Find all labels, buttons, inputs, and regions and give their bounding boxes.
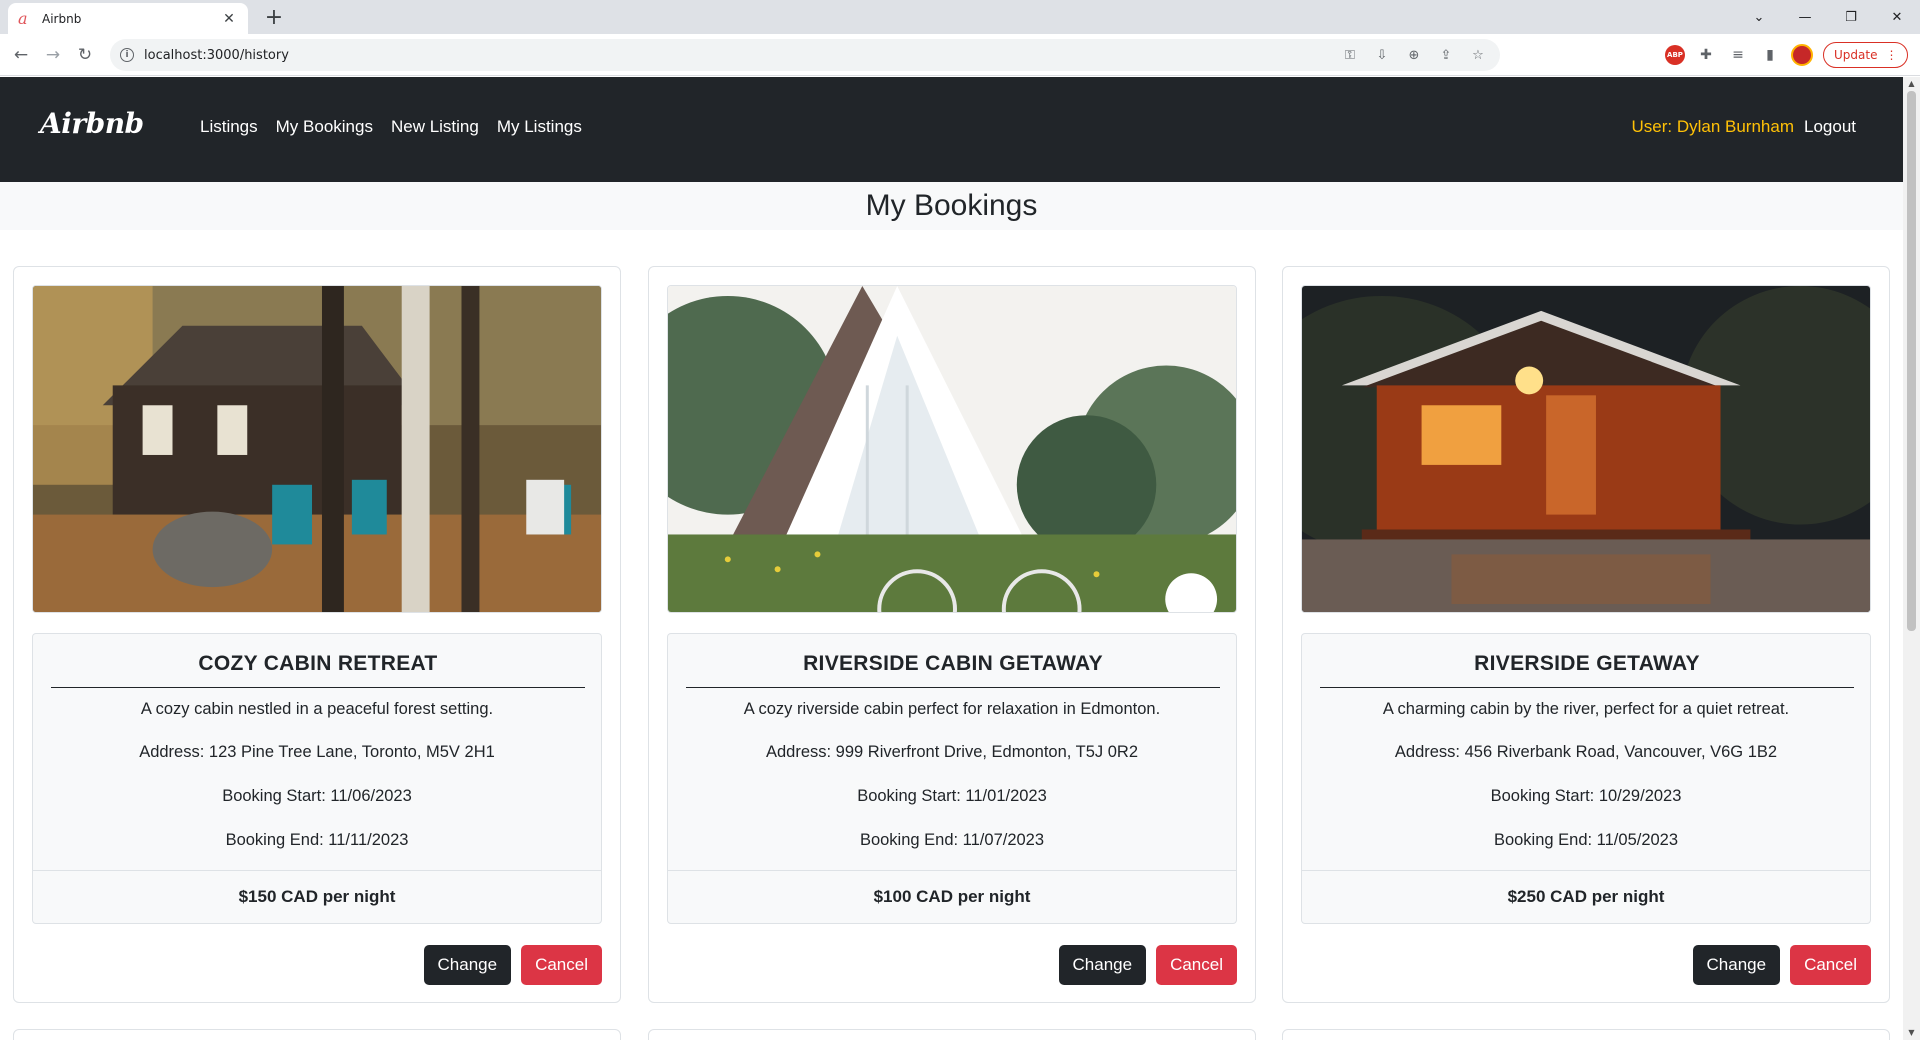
listing-title: RIVERSIDE GETAWAY [1320,652,1854,688]
extensions-area: ABP ✚ ≡ ▮ Update ⋮ [1665,40,1909,70]
install-icon[interactable]: ⇩ [1372,48,1392,63]
page-title: My Bookings [865,189,1038,222]
change-booking-button[interactable]: Change [1692,945,1781,985]
kebab-menu-icon: ⋮ [1885,48,1898,62]
tab-title: Airbnb [42,11,82,26]
booking-card-partial [648,1029,1256,1040]
current-user-label: User: Dylan Burnham [1631,117,1794,136]
back-icon[interactable]: ← [6,40,36,70]
nav-link-new-listing[interactable]: New Listing [391,117,479,137]
tab-close-icon[interactable]: ✕ [220,11,238,27]
zoom-icon[interactable]: ⊕ [1404,48,1424,63]
listing-description: A cozy cabin nestled in a peaceful fores… [140,700,494,718]
change-booking-button[interactable]: Change [1058,945,1147,985]
booking-end: Booking End: 11/05/2023 [1493,831,1679,849]
browser-tabstrip: a Airbnb ✕ + ⌄ — ❐ ✕ [0,0,1920,34]
listing-photo [32,285,602,613]
scroll-down-icon[interactable]: ▼ [1903,1026,1920,1040]
booking-actions: Change Cancel [1692,945,1871,985]
booking-end: Booking End: 11/07/2023 [859,831,1045,849]
booking-card: COZY CABIN RETREAT A cozy cabin nestled … [13,266,621,1003]
listing-price: $100 CAD per night [668,870,1236,923]
share-icon[interactable]: ⇪ [1436,48,1456,63]
booking-card-partial [1282,1029,1890,1040]
scrollbar-thumb[interactable] [1907,91,1916,631]
page-scrollbar[interactable]: ▲ ▼ [1903,77,1920,1040]
logout-link[interactable]: Logout [1804,117,1856,137]
cancel-booking-button[interactable]: Cancel [1156,945,1237,985]
browser-toolbar: ← → ↻ i localhost:3000/history ⚿ ⇩ ⊕ ⇪ ☆… [0,34,1920,76]
restore-icon[interactable]: ❐ [1828,0,1874,34]
booking-card: RIVERSIDE CABIN GETAWAY A cozy riverside… [648,266,1256,1003]
booking-card: RIVERSIDE GETAWAY A charming cabin by th… [1282,266,1890,1003]
new-tab-icon[interactable]: + [262,5,286,30]
reload-icon[interactable]: ↻ [70,40,100,70]
forward-icon[interactable]: → [38,40,68,70]
profile-avatar-icon[interactable] [1791,44,1813,66]
nav-link-listings[interactable]: Listings [200,117,258,137]
listing-photo [1301,285,1871,613]
listing-title: RIVERSIDE CABIN GETAWAY [686,652,1220,688]
brand-logo[interactable]: Airbnb [40,107,144,140]
booking-start: Booking Start: 11/06/2023 [222,787,412,805]
listing-description: A charming cabin by the river, perfect f… [1382,700,1790,718]
page-heading-band: My Bookings [0,182,1903,230]
booking-details: COZY CABIN RETREAT A cozy cabin nestled … [32,633,602,924]
key-icon[interactable]: ⚿ [1340,48,1360,63]
site-info-icon[interactable]: i [120,48,134,62]
nav-link-my-bookings[interactable]: My Bookings [276,117,373,137]
page-viewport: Airbnb Listings My Bookings New Listing … [0,77,1920,1040]
booking-end: Booking End: 11/11/2023 [225,831,409,849]
url-text[interactable]: localhost:3000/history [144,48,289,63]
adblock-icon[interactable]: ABP [1665,45,1685,65]
browser-tab[interactable]: a Airbnb ✕ [8,3,248,34]
nav-link-my-listings[interactable]: My Listings [497,117,582,137]
update-button[interactable]: Update ⋮ [1823,42,1909,68]
window-controls: ⌄ — ❐ ✕ [1736,0,1920,34]
listing-price: $250 CAD per night [1302,870,1870,923]
address-bar[interactable]: i localhost:3000/history ⚿ ⇩ ⊕ ⇪ ☆ [110,39,1500,71]
change-booking-button[interactable]: Change [423,945,512,985]
listing-address: Address: 999 Riverfront Drive, Edmonton,… [765,743,1139,761]
booking-details: RIVERSIDE CABIN GETAWAY A cozy riverside… [667,633,1237,924]
cancel-booking-button[interactable]: Cancel [521,945,602,985]
listing-address: Address: 456 Riverbank Road, Vancouver, … [1394,743,1778,761]
airbnb-favicon-icon: a [18,9,28,28]
listing-price: $150 CAD per night [33,870,601,923]
booking-actions: Change Cancel [423,945,602,985]
listing-photo [667,285,1237,613]
tab-search-icon[interactable]: ⌄ [1736,0,1782,34]
booking-start: Booking Start: 10/29/2023 [1490,787,1682,805]
reading-list-icon[interactable]: ≡ [1727,47,1749,63]
close-window-icon[interactable]: ✕ [1874,0,1920,34]
scroll-up-icon[interactable]: ▲ [1903,77,1920,91]
booking-details: RIVERSIDE GETAWAY A charming cabin by th… [1301,633,1871,924]
booking-actions: Change Cancel [1058,945,1237,985]
minimize-icon[interactable]: — [1782,0,1828,34]
update-label: Update [1834,48,1878,62]
site-navbar: Airbnb Listings My Bookings New Listing … [0,77,1903,182]
side-panel-icon[interactable]: ▮ [1759,47,1781,63]
booking-start: Booking Start: 11/01/2023 [857,787,1047,805]
extensions-puzzle-icon[interactable]: ✚ [1695,47,1717,63]
booking-card-partial [13,1029,621,1040]
nav-links: Listings My Bookings New Listing My List… [200,117,582,137]
listing-title: COZY CABIN RETREAT [51,652,585,688]
listing-address: Address: 123 Pine Tree Lane, Toronto, M5… [139,743,495,761]
listing-description: A cozy riverside cabin perfect for relax… [743,700,1161,718]
bookmark-star-icon[interactable]: ☆ [1468,48,1488,63]
cancel-booking-button[interactable]: Cancel [1790,945,1871,985]
nav-user-area: User: Dylan Burnham Logout [1631,117,1856,137]
omnibox-actions: ⚿ ⇩ ⊕ ⇪ ☆ [1340,39,1488,71]
